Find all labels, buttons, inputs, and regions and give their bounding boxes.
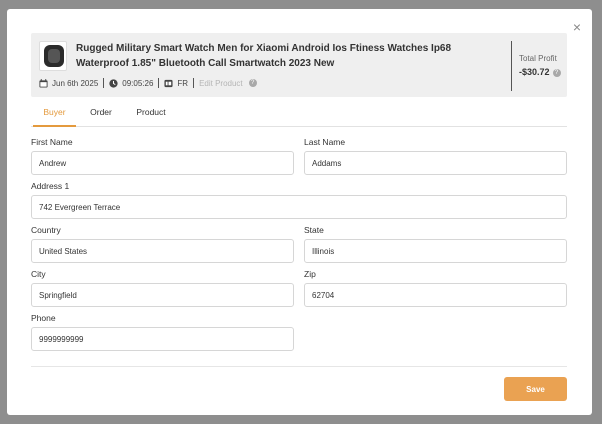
help-icon[interactable]: ? <box>552 69 561 77</box>
phone-label: Phone <box>31 313 56 323</box>
flag-icon <box>164 79 173 87</box>
clock-icon <box>109 78 118 88</box>
product-header: Rugged Military Smart Watch Men for Xiao… <box>31 33 567 97</box>
city-field[interactable] <box>31 283 294 307</box>
order-meta: Jun 6th 2025 09:05:26 FR Edit Product ? <box>39 77 257 89</box>
meta-divider <box>193 78 195 88</box>
country-code: FR <box>177 78 189 88</box>
header-divider <box>511 41 512 91</box>
save-button[interactable]: Save <box>504 377 567 401</box>
calendar-icon <box>39 78 48 88</box>
phone-field[interactable] <box>31 327 294 351</box>
total-profit-value: -$30.72? <box>519 67 561 77</box>
order-details-modal: × Rugged Military Smart Watch Men for Xi… <box>7 9 592 415</box>
total-profit-amount: -$30.72 <box>519 67 550 77</box>
meta-divider <box>103 78 105 88</box>
country-field[interactable] <box>31 239 294 263</box>
tab-product[interactable]: Product <box>131 105 171 127</box>
tab-order[interactable]: Order <box>85 105 117 127</box>
last-name-label: Last Name <box>304 137 346 147</box>
product-thumbnail <box>39 41 67 71</box>
address1-field[interactable] <box>31 195 567 219</box>
first-name-field[interactable] <box>31 151 294 175</box>
tab-buyer[interactable]: Buyer <box>33 105 76 127</box>
state-field[interactable] <box>304 239 567 263</box>
edit-product-link[interactable]: Edit Product <box>199 79 243 88</box>
state-label: State <box>304 225 324 235</box>
order-time: 09:05:26 <box>122 78 154 88</box>
order-date: Jun 6th 2025 <box>52 78 99 88</box>
zip-label: Zip <box>304 269 316 279</box>
footer-divider <box>31 366 567 367</box>
zip-field[interactable] <box>304 283 567 307</box>
city-label: City <box>31 269 46 279</box>
address1-label: Address 1 <box>31 181 70 191</box>
first-name-label: First Name <box>31 137 73 147</box>
product-title: Rugged Military Smart Watch Men for Xiao… <box>76 43 452 69</box>
close-icon[interactable]: × <box>570 20 584 34</box>
last-name-field[interactable] <box>304 151 567 175</box>
tab-bar: Buyer Order Product <box>31 105 567 127</box>
help-icon[interactable]: ? <box>248 79 257 87</box>
total-profit-label: Total Profit <box>519 54 557 63</box>
meta-divider <box>158 78 160 88</box>
country-label: Country <box>31 225 61 235</box>
